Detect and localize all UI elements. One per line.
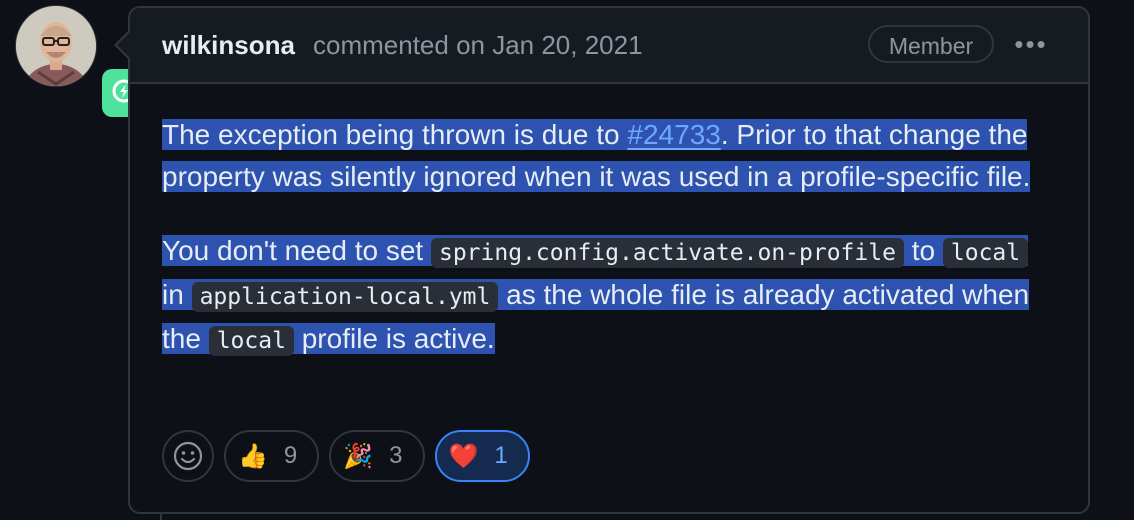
reactions-bar: 👍 9 🎉 3 ❤️ 1 <box>162 430 530 482</box>
reaction-hooray[interactable]: 🎉 3 <box>329 430 425 482</box>
add-reaction-button[interactable] <box>162 430 214 482</box>
issue-link[interactable]: #24733 <box>627 119 720 150</box>
avatar-image <box>16 6 96 86</box>
paragraph-2: You don't need to set spring.config.acti… <box>162 230 1042 362</box>
kebab-horizontal-icon: ••• <box>1014 28 1048 59</box>
member-badge: Member <box>868 25 994 63</box>
thumbs-up-icon: 👍 <box>238 442 268 470</box>
reaction-thumbs-up[interactable]: 👍 9 <box>224 430 320 482</box>
comment-timestamp[interactable]: commented on Jan 20, 2021 <box>313 30 643 61</box>
text-segment: You don't need to set <box>162 235 431 266</box>
comment-thread: wilkinsona commented on Jan 20, 2021 Mem… <box>0 0 1134 520</box>
reaction-heart[interactable]: ❤️ 1 <box>434 430 530 482</box>
comment-box: wilkinsona commented on Jan 20, 2021 Mem… <box>128 6 1090 514</box>
comment-body: The exception being thrown is due to #24… <box>162 114 1042 394</box>
more-options-button[interactable]: ••• <box>1010 26 1052 62</box>
reaction-count: 1 <box>494 442 508 469</box>
inline-code: local <box>208 326 294 356</box>
reaction-count: 9 <box>283 442 298 469</box>
comment-header: wilkinsona commented on Jan 20, 2021 Mem… <box>130 8 1088 84</box>
inline-code: spring.config.activate.on-profile <box>430 238 904 268</box>
paragraph-1: The exception being thrown is due to #24… <box>162 114 1042 198</box>
comment-pointer-fill <box>117 32 130 58</box>
inline-code: application-local.yml <box>191 282 499 312</box>
smiley-icon <box>173 441 203 471</box>
heart-icon: ❤️ <box>448 442 479 470</box>
text-segment: to <box>903 235 943 266</box>
text-segment: The exception being thrown is due to <box>162 119 628 150</box>
reaction-count: 3 <box>389 442 403 469</box>
author-avatar[interactable] <box>16 6 96 86</box>
text-segment: in <box>162 279 192 310</box>
party-popper-icon: 🎉 <box>343 442 374 470</box>
author-name[interactable]: wilkinsona <box>162 30 295 61</box>
inline-code: local <box>942 238 1029 268</box>
text-segment: profile is active. <box>293 323 495 354</box>
